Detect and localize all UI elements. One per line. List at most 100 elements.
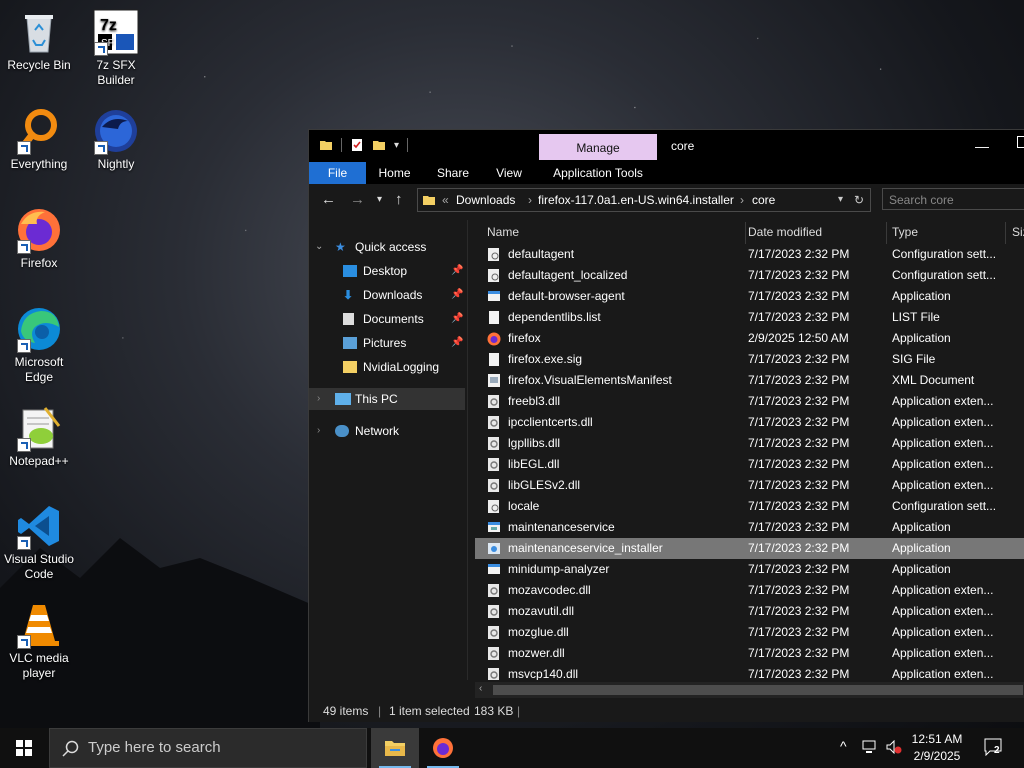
breadcrumb-core[interactable]: core	[752, 189, 775, 211]
scroll-left-icon[interactable]: ‹	[479, 683, 482, 694]
nav-nvidialogging[interactable]: NvidiaLogging	[309, 356, 465, 378]
file-row[interactable]: mozwer.dll 7/17/2023 2:32 PM Application e…	[475, 643, 1024, 664]
taskbar-search-input[interactable]: Type here to search	[49, 728, 367, 768]
desktop-folder-icon	[343, 265, 357, 277]
refresh-icon[interactable]: ↻	[854, 189, 864, 211]
nav-pictures[interactable]: Pictures 📌	[309, 332, 465, 354]
customize-toolbar-icon[interactable]: ▾	[394, 140, 399, 151]
file-row[interactable]: minidump-analyzer 7/17/2023 2:32 PM Applic…	[475, 559, 1024, 580]
dll-file-icon	[487, 394, 501, 409]
desktop-icon-notepad-plus-plus[interactable]: Notepad++	[1, 404, 77, 469]
nav-desktop[interactable]: Desktop 📌	[309, 260, 465, 282]
desktop-icon-7z-sfx-builder[interactable]: 7zSF 7z SFX Builder	[78, 8, 154, 88]
desktop-icon-recycle-bin[interactable]: Recycle Bin	[1, 8, 77, 73]
tab-share[interactable]: Share	[425, 162, 481, 184]
breadcrumb-downloads[interactable]: Downloads	[456, 189, 515, 211]
tab-home[interactable]: Home	[366, 162, 423, 184]
desktop-icon-vlc[interactable]: VLC media player	[1, 601, 77, 681]
recent-locations-chevron-icon[interactable]: ▾	[377, 194, 382, 205]
manage-tab[interactable]: Manage	[539, 134, 657, 160]
taskbar-firefox[interactable]	[419, 728, 467, 768]
file-row[interactable]: firefox 2/9/2025 12:50 AM Application	[475, 328, 1024, 349]
new-folder-icon[interactable]	[372, 138, 386, 152]
desktop-icon-visual-studio-code[interactable]: Visual Studio Code	[1, 502, 77, 582]
file-date-modified: 7/17/2023 2:32 PM	[748, 562, 850, 576]
chevron-right-icon[interactable]: ›	[317, 420, 320, 442]
nav-downloads[interactable]: ⬇ Downloads 📌	[309, 284, 465, 306]
show-hidden-icons-chevron-icon[interactable]: ^	[840, 738, 847, 754]
volume-muted-icon[interactable]	[886, 739, 902, 757]
file-name: libEGL.dll	[508, 457, 560, 471]
7z-sfx-builder-icon: 7zSF	[92, 8, 140, 56]
horizontal-scrollbar[interactable]: ‹	[475, 682, 1024, 698]
file-row[interactable]: libGLESv2.dll 7/17/2023 2:32 PM Applicatio…	[475, 475, 1024, 496]
column-divider[interactable]	[886, 222, 887, 244]
column-header-type[interactable]: Type	[892, 220, 918, 244]
breadcrumb-separator: ›	[740, 193, 744, 207]
column-divider[interactable]	[1005, 222, 1006, 244]
file-row[interactable]: firefox.exe.sig 7/17/2023 2:32 PM SIG File	[475, 349, 1024, 370]
maximize-button[interactable]	[1017, 136, 1024, 148]
file-row[interactable]: msvcp140.dll 7/17/2023 2:32 PM Application…	[475, 664, 1024, 680]
file-row[interactable]: default-browser-agent 7/17/2023 2:32 PM Ap…	[475, 286, 1024, 307]
file-row[interactable]: maintenanceservice_installer 7/17/2023 2:…	[475, 538, 1024, 559]
pane-divider[interactable]	[467, 220, 468, 680]
file-row[interactable]: mozavutil.dll 7/17/2023 2:32 PM Applicatio…	[475, 601, 1024, 622]
file-row[interactable]: lgpllibs.dll 7/17/2023 2:32 PM Application…	[475, 433, 1024, 454]
file-date-modified: 7/17/2023 2:32 PM	[748, 499, 850, 513]
chevron-right-icon[interactable]: ›	[317, 388, 320, 410]
column-divider[interactable]	[745, 222, 746, 244]
nav-label: Pictures	[363, 336, 407, 350]
file-row[interactable]: mozglue.dll 7/17/2023 2:32 PM Application …	[475, 622, 1024, 643]
tab-view[interactable]: View	[481, 162, 537, 184]
file-row[interactable]: defaultagent 7/17/2023 2:32 PM Configurati…	[475, 244, 1024, 265]
file-type: Configuration sett...	[892, 499, 997, 513]
taskbar: Type here to search ^ 12:51 AM 2/9/2025 …	[0, 728, 1024, 768]
up-arrow-icon[interactable]: ↑	[395, 191, 403, 208]
network-status-icon[interactable]	[862, 740, 878, 757]
desktop-icon-everything[interactable]: Everything	[1, 107, 77, 172]
forward-arrow-icon[interactable]: →	[350, 191, 365, 208]
desktop-icon-firefox[interactable]: Firefox	[1, 206, 77, 271]
file-row[interactable]: libEGL.dll 7/17/2023 2:32 PM Application e…	[475, 454, 1024, 475]
action-center-button[interactable]: 2	[984, 738, 1006, 757]
desktop-icon-microsoft-edge[interactable]: Microsoft Edge	[1, 305, 77, 385]
address-bar[interactable]: « Downloads › firefox-117.0a1.en-US.win6…	[417, 188, 871, 212]
nav-quick-access[interactable]: ⌄ ★ Quick access	[309, 236, 465, 258]
file-row[interactable]: locale 7/17/2023 2:32 PM Configuration set…	[475, 496, 1024, 517]
chevron-down-icon[interactable]: ⌄	[315, 236, 323, 258]
breadcrumb-overflow[interactable]: «	[442, 189, 449, 211]
breadcrumb-installer-folder[interactable]: firefox-117.0a1.en-US.win64.installer	[538, 189, 734, 211]
properties-icon[interactable]	[350, 138, 364, 152]
taskbar-file-explorer[interactable]	[371, 728, 419, 768]
address-dropdown-icon[interactable]: ▾	[838, 189, 843, 211]
nav-this-pc[interactable]: › This PC	[309, 388, 465, 410]
folder-icon	[423, 196, 435, 205]
desktop-icon-label: Microsoft Edge	[14, 355, 64, 384]
tab-file[interactable]: File	[309, 162, 366, 184]
window-title: core	[671, 139, 695, 153]
file-row[interactable]: defaultagent_localized 7/17/2023 2:32 PM C…	[475, 265, 1024, 286]
file-type: Application exten...	[892, 394, 994, 408]
nav-network[interactable]: › Network	[309, 420, 465, 442]
column-header-name[interactable]: Name	[487, 220, 519, 244]
clock[interactable]: 12:51 AM 2/9/2025	[902, 731, 972, 765]
desktop-icon-nightly[interactable]: Nightly	[78, 107, 154, 172]
dll-file-icon	[487, 646, 501, 661]
minimize-button[interactable]: —	[975, 138, 989, 154]
start-button[interactable]	[0, 728, 48, 768]
search-input[interactable]: Search core	[882, 188, 1024, 210]
file-row[interactable]: mozavcodec.dll 7/17/2023 2:32 PM Applicati…	[475, 580, 1024, 601]
file-row[interactable]: maintenanceservice 7/17/2023 2:32 PM Appli…	[475, 517, 1024, 538]
column-header-date-modified[interactable]: Date modified	[748, 220, 822, 244]
column-header-size[interactable]: Siz	[1012, 220, 1024, 244]
scrollbar-thumb[interactable]	[493, 685, 1023, 695]
nav-documents[interactable]: Documents 📌	[309, 308, 465, 330]
file-row[interactable]: freebl3.dll 7/17/2023 2:32 PM Application …	[475, 391, 1024, 412]
clock-time: 12:51 AM	[911, 732, 963, 746]
file-row[interactable]: dependentlibs.list 7/17/2023 2:32 PM LIST …	[475, 307, 1024, 328]
back-arrow-icon[interactable]: ←	[321, 191, 336, 208]
file-row[interactable]: firefox.VisualElementsManifest 7/17/2023 …	[475, 370, 1024, 391]
tab-application-tools[interactable]: Application Tools	[539, 162, 657, 184]
file-row[interactable]: ipcclientcerts.dll 7/17/2023 2:32 PM Appli…	[475, 412, 1024, 433]
